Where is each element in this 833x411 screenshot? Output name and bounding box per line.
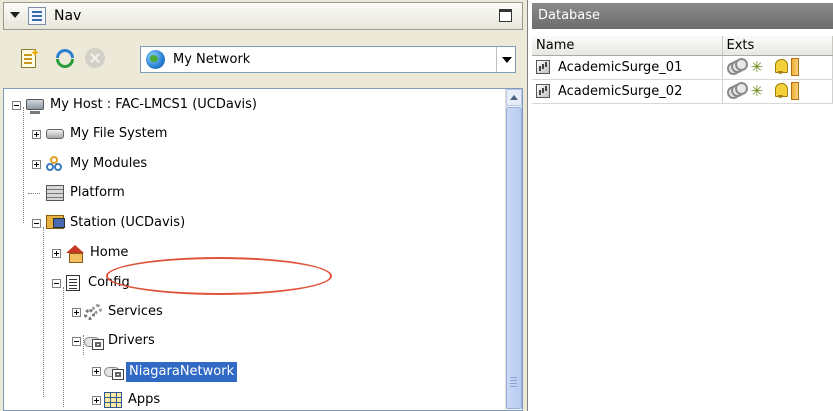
- config-icon: [66, 275, 80, 291]
- tree-label-apps: Apps: [128, 392, 161, 407]
- tree-label-home: Home: [90, 245, 129, 260]
- highlight-oval: [106, 257, 332, 295]
- tree-label-host: My Host : FAC-LMCS1 (UCDavis): [50, 97, 257, 112]
- tree-label-station: Station (UCDavis): [70, 215, 186, 230]
- expand-toggle[interactable]: [32, 130, 41, 139]
- tree-label-niagara-network: NiagaraNetwork: [126, 362, 238, 382]
- trend-ext-icon: ✳: [750, 58, 764, 76]
- network-select[interactable]: My Network: [140, 46, 516, 73]
- globe-icon: [146, 50, 165, 69]
- tree-node-platform[interactable]: Platform: [32, 181, 252, 205]
- tree-label-platform: Platform: [70, 185, 125, 200]
- tree-node-apps[interactable]: Apps: [92, 388, 292, 410]
- row-name-cell[interactable]: AcademicSurge_01: [532, 55, 723, 80]
- tree-label-services: Services: [108, 304, 163, 319]
- refresh-icon: [56, 49, 74, 58]
- modules-icon: [46, 156, 64, 172]
- chevron-down-icon[interactable]: [496, 47, 515, 72]
- tree-node-modules[interactable]: My Modules: [32, 152, 252, 176]
- alarm-ext-icon: [773, 58, 789, 76]
- row-exts-cell: ✳: [722, 55, 833, 80]
- row-name: AcademicSurge_02: [558, 83, 683, 99]
- tree-node-host[interactable]: My Host : FAC-LMCS1 (UCDavis): [12, 93, 332, 117]
- column-header-exts[interactable]: Exts: [722, 36, 833, 56]
- host-computer-icon: [26, 99, 44, 114]
- expand-toggle[interactable]: [72, 308, 81, 317]
- table-header-row: Name Exts: [532, 36, 833, 56]
- row-exts-cell: ✳: [722, 79, 833, 104]
- scroll-up-arrow-icon[interactable]: [506, 89, 522, 106]
- history-ext-icon: [726, 58, 749, 76]
- nav-tree-icon: [28, 7, 46, 25]
- tree-label-file-system: My File System: [70, 126, 168, 141]
- point-icon: [536, 60, 550, 74]
- drive-icon: [46, 129, 64, 139]
- tree-node-drivers[interactable]: Drivers: [72, 329, 272, 353]
- network-select-value: My Network: [173, 52, 251, 67]
- star-icon: ✦: [30, 46, 41, 60]
- driver-container-icon: [84, 335, 104, 350]
- trend-ext-icon: ✳: [750, 82, 764, 100]
- tree-vertical-scrollbar[interactable]: [505, 89, 522, 410]
- tree-node-file-system[interactable]: My File System: [32, 122, 252, 146]
- expand-toggle[interactable]: [32, 160, 41, 169]
- table-row[interactable]: AcademicSurge_01 ✳: [532, 55, 833, 80]
- expand-toggle[interactable]: [92, 396, 101, 405]
- tree-label-drivers: Drivers: [108, 333, 155, 348]
- tree-label-modules: My Modules: [70, 156, 148, 171]
- nav-title: Nav: [54, 8, 82, 24]
- collapse-toggle[interactable]: [32, 219, 41, 228]
- collapse-toggle[interactable]: [72, 337, 81, 346]
- expand-toggle[interactable]: [52, 249, 61, 258]
- tree-node-station[interactable]: Station (UCDavis): [32, 211, 272, 235]
- more-ext-icon: [790, 58, 799, 76]
- more-ext-icon: [790, 82, 799, 100]
- database-header: Database: [532, 3, 833, 29]
- nav-toolbar: ✦ My Network: [3, 32, 523, 88]
- row-name: AcademicSurge_01: [558, 59, 683, 75]
- new-item-button[interactable]: ✦: [17, 46, 43, 72]
- history-ext-icon: [726, 82, 749, 100]
- collapse-toggle[interactable]: [52, 279, 61, 288]
- station-icon: [46, 215, 65, 229]
- column-header-name[interactable]: Name: [532, 36, 723, 56]
- close-session-button[interactable]: [85, 48, 105, 68]
- alarm-ext-icon: [773, 82, 789, 100]
- database-table: Name Exts AcademicSurge_01 ✳ AcademicSur…: [532, 36, 833, 104]
- services-gear-icon: [84, 304, 102, 320]
- nav-tree: My Host : FAC-LMCS1 (UCDavis) My File Sy…: [3, 88, 523, 411]
- nav-header: Nav: [3, 2, 523, 30]
- apps-icon: [104, 392, 122, 408]
- nav-pane: Nav ✦ My Network My Host : FAC-LMCS1 (UC…: [0, 0, 528, 411]
- table-row[interactable]: AcademicSurge_02 ✳: [532, 79, 833, 104]
- restore-window-icon[interactable]: [499, 9, 512, 22]
- home-icon: [66, 245, 84, 263]
- refresh-button[interactable]: [53, 46, 79, 72]
- scrollbar-thumb[interactable]: [506, 107, 522, 409]
- nav-menu-dropdown-icon[interactable]: [10, 12, 20, 18]
- tree-node-niagara-network[interactable]: NiagaraNetwork: [92, 359, 302, 383]
- expand-toggle[interactable]: [92, 367, 101, 376]
- scrollbar-grip-icon: [510, 377, 517, 378]
- network-driver-icon: [104, 365, 124, 380]
- point-icon: [536, 84, 550, 98]
- collapse-toggle[interactable]: [12, 101, 21, 110]
- tree-node-services[interactable]: Services: [72, 300, 272, 324]
- database-pane: Database Name Exts AcademicSurge_01 ✳ Ac…: [532, 0, 833, 411]
- platform-icon: [46, 185, 64, 201]
- row-name-cell[interactable]: AcademicSurge_02: [532, 79, 723, 104]
